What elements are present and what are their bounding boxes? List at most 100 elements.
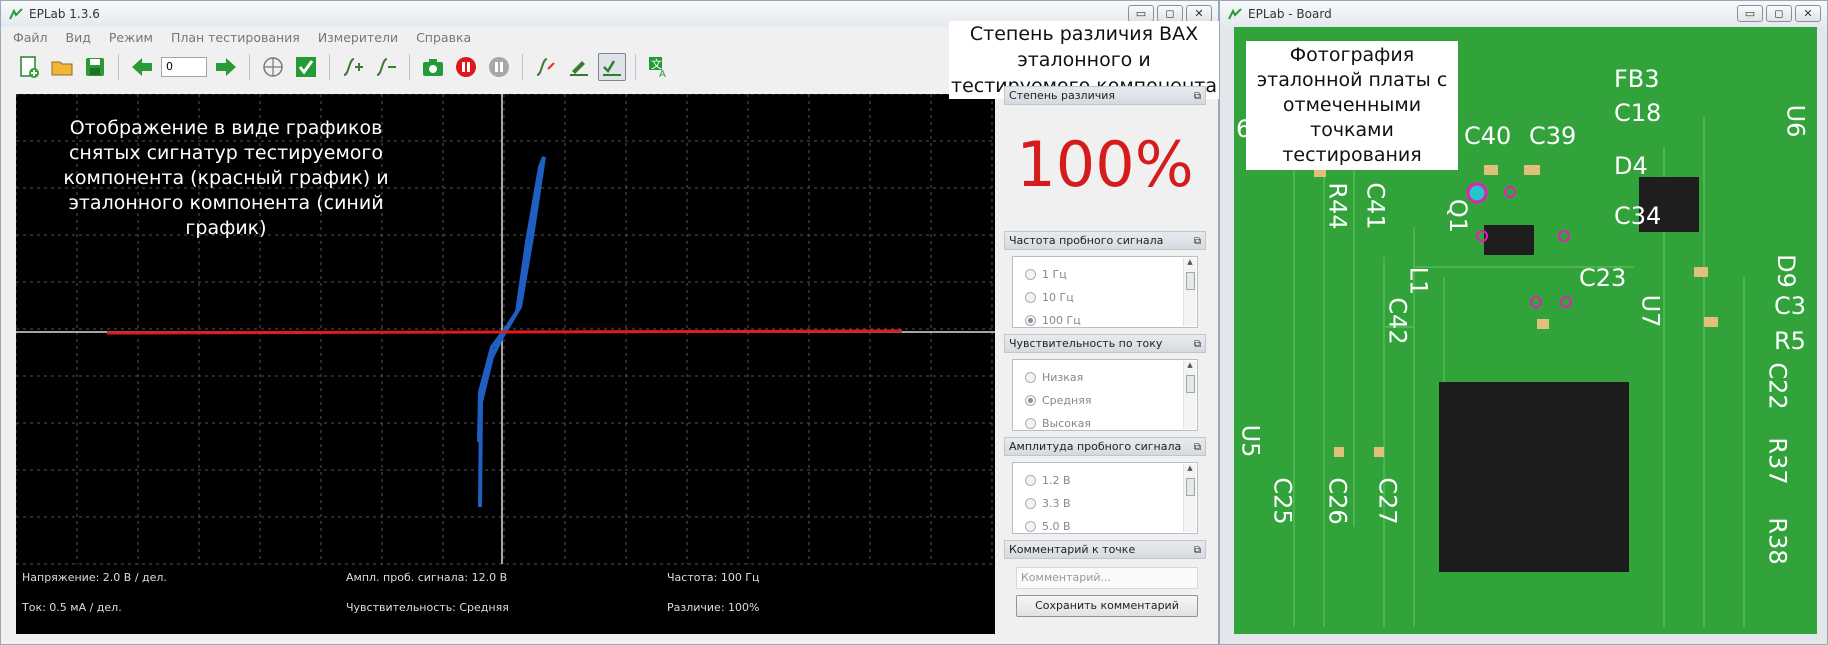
silk-label: R5 bbox=[1774, 327, 1806, 355]
prev-point-button[interactable] bbox=[128, 53, 156, 81]
silk-label: C18 bbox=[1614, 99, 1662, 127]
silk-label: D9 bbox=[1771, 254, 1800, 288]
option-100hz[interactable]: 100 Гц bbox=[1013, 309, 1197, 332]
menu-view[interactable]: Вид bbox=[66, 30, 91, 45]
board-photo[interactable]: FB3 C18 U6 C40 C39 D4 R44 C41 Q1 C34 L1 … bbox=[1234, 27, 1817, 634]
sensitivity-header: Чувствительность по току ⧉ bbox=[1004, 334, 1206, 353]
pencil-check-icon bbox=[570, 61, 588, 76]
crosshair-icon bbox=[263, 57, 283, 77]
list-check-icon bbox=[603, 60, 621, 76]
camera-icon bbox=[423, 59, 443, 76]
confirm-button[interactable] bbox=[292, 53, 320, 81]
minimize-button[interactable]: ▭ bbox=[1128, 5, 1154, 22]
test-mode-button[interactable] bbox=[598, 53, 626, 81]
record-pause-button[interactable] bbox=[452, 53, 480, 81]
checkbox-icon bbox=[296, 57, 316, 77]
option-3-3v[interactable]: 3.3 В bbox=[1013, 492, 1197, 515]
eplab-logo-icon bbox=[1228, 8, 1242, 20]
next-point-button[interactable] bbox=[212, 53, 240, 81]
difference-panel: Степень различия ⧉ 100% bbox=[1004, 86, 1206, 225]
maximize-button[interactable]: ◻ bbox=[1766, 5, 1792, 22]
silk-label: U5 bbox=[1236, 424, 1265, 458]
menu-test-plan[interactable]: План тестирования bbox=[171, 30, 300, 45]
menu-meters[interactable]: Измерители bbox=[318, 30, 398, 45]
restore-icon[interactable]: ⧉ bbox=[1194, 542, 1201, 559]
silk-label: R37 bbox=[1763, 437, 1792, 485]
silk-label: C22 bbox=[1763, 362, 1792, 410]
silk-label: C40 bbox=[1464, 122, 1512, 150]
pause-gray-icon bbox=[489, 57, 509, 77]
translate-button[interactable]: 文A bbox=[645, 53, 673, 81]
option-1hz[interactable]: 1 Гц bbox=[1013, 263, 1197, 286]
amplitude-list[interactable]: 1.2 В 3.3 В 5.0 В ▲ bbox=[1012, 462, 1198, 534]
point-number-input[interactable]: 0 bbox=[161, 57, 207, 77]
curve-plus-icon bbox=[343, 58, 363, 76]
sensitivity-scrollbar[interactable]: ▲ bbox=[1183, 361, 1196, 429]
curve-edit-button[interactable] bbox=[532, 53, 560, 81]
iv-curve-plot[interactable]: Отображение в виде графиков снятых сигна… bbox=[16, 94, 995, 634]
radio-icon bbox=[1025, 498, 1036, 509]
pause-button[interactable] bbox=[485, 53, 513, 81]
minimize-button[interactable]: ▭ bbox=[1737, 5, 1763, 22]
sensitivity-list[interactable]: Низкая Средняя Высокая ▲ bbox=[1012, 359, 1198, 431]
side-panel: Степень различия ⧉ 100% Частота пробного … bbox=[1004, 86, 1206, 623]
radio-icon bbox=[1025, 269, 1036, 280]
board-annotation: Фотография эталонной платы с отмеченными… bbox=[1246, 41, 1458, 170]
option-10hz[interactable]: 10 Гц bbox=[1013, 286, 1197, 309]
snapshot-button[interactable] bbox=[419, 53, 447, 81]
difference-header: Степень различия ⧉ bbox=[1004, 86, 1206, 105]
arrow-right-icon bbox=[216, 58, 236, 76]
silk-label: U7 bbox=[1636, 294, 1665, 328]
radio-icon bbox=[1025, 418, 1036, 429]
restore-icon[interactable]: ⧉ bbox=[1194, 439, 1201, 456]
close-button[interactable]: ✕ bbox=[1186, 5, 1212, 22]
amplitude-header: Амплитуда пробного сигнала ⧉ bbox=[1004, 437, 1206, 456]
silk-label: L1 bbox=[1404, 266, 1433, 296]
board-window: EPLab - Board ▭ ◻ ✕ FB3 C18 U6 C40 C39 D… bbox=[1219, 0, 1828, 645]
language-icon: 文A bbox=[649, 57, 666, 79]
curve-edit-icon bbox=[536, 58, 555, 76]
menu-mode[interactable]: Режим bbox=[109, 30, 153, 45]
amplitude-readout: Ампл. проб. сигнала: 12.0 В bbox=[346, 571, 508, 584]
option-1-2v[interactable]: 1.2 В bbox=[1013, 469, 1197, 492]
silk-label: FB3 bbox=[1614, 65, 1660, 93]
open-file-button[interactable] bbox=[48, 53, 76, 81]
option-low[interactable]: Низкая bbox=[1013, 366, 1197, 389]
save-file-button[interactable] bbox=[81, 53, 109, 81]
window-title: EPLab 1.3.6 bbox=[29, 7, 100, 21]
silk-label: C3 bbox=[1774, 292, 1807, 320]
restore-icon[interactable]: ⧉ bbox=[1194, 233, 1201, 250]
silk-label: C26 bbox=[1323, 477, 1352, 525]
silk-label: R38 bbox=[1763, 517, 1792, 565]
new-file-button[interactable] bbox=[15, 53, 43, 81]
toolbar-separator bbox=[635, 54, 636, 80]
radio-icon bbox=[1025, 292, 1036, 303]
silk-label: R44 bbox=[1323, 182, 1352, 230]
main-window: EPLab 1.3.6 ▭ ◻ ✕ Файл Вид Режим План те… bbox=[0, 0, 1219, 645]
silk-label: C41 bbox=[1361, 182, 1390, 230]
plot-annotation: Отображение в виде графиков снятых сигна… bbox=[63, 117, 389, 239]
amplitude-scrollbar[interactable]: ▲ bbox=[1183, 464, 1196, 532]
test-edit-button[interactable] bbox=[565, 53, 593, 81]
curve-add-button[interactable] bbox=[339, 53, 367, 81]
menu-help[interactable]: Справка bbox=[416, 30, 471, 45]
option-5-0v[interactable]: 5.0 В bbox=[1013, 515, 1197, 538]
curve-remove-button[interactable] bbox=[372, 53, 400, 81]
q1-package bbox=[1484, 225, 1534, 255]
frequency-scrollbar[interactable]: ▲ bbox=[1183, 258, 1196, 326]
restore-icon[interactable]: ⧉ bbox=[1194, 88, 1201, 105]
frequency-list[interactable]: 1 Гц 10 Гц 100 Гц ▲ bbox=[1012, 256, 1198, 328]
menu-file[interactable]: Файл bbox=[13, 30, 48, 45]
restore-icon[interactable]: ⧉ bbox=[1194, 336, 1201, 353]
maximize-button[interactable]: ◻ bbox=[1157, 5, 1183, 22]
add-point-button[interactable] bbox=[259, 53, 287, 81]
silk-label: D4 bbox=[1614, 152, 1648, 180]
toolbar-separator bbox=[249, 54, 250, 80]
option-high[interactable]: Высокая bbox=[1013, 412, 1197, 435]
option-medium[interactable]: Средняя bbox=[1013, 389, 1197, 412]
close-button[interactable]: ✕ bbox=[1795, 5, 1821, 22]
test-curve bbox=[106, 329, 903, 335]
toolbar-separator bbox=[409, 54, 410, 80]
save-comment-button[interactable]: Сохранить комментарий bbox=[1016, 595, 1198, 617]
comment-input[interactable]: Комментарий... bbox=[1016, 567, 1198, 589]
